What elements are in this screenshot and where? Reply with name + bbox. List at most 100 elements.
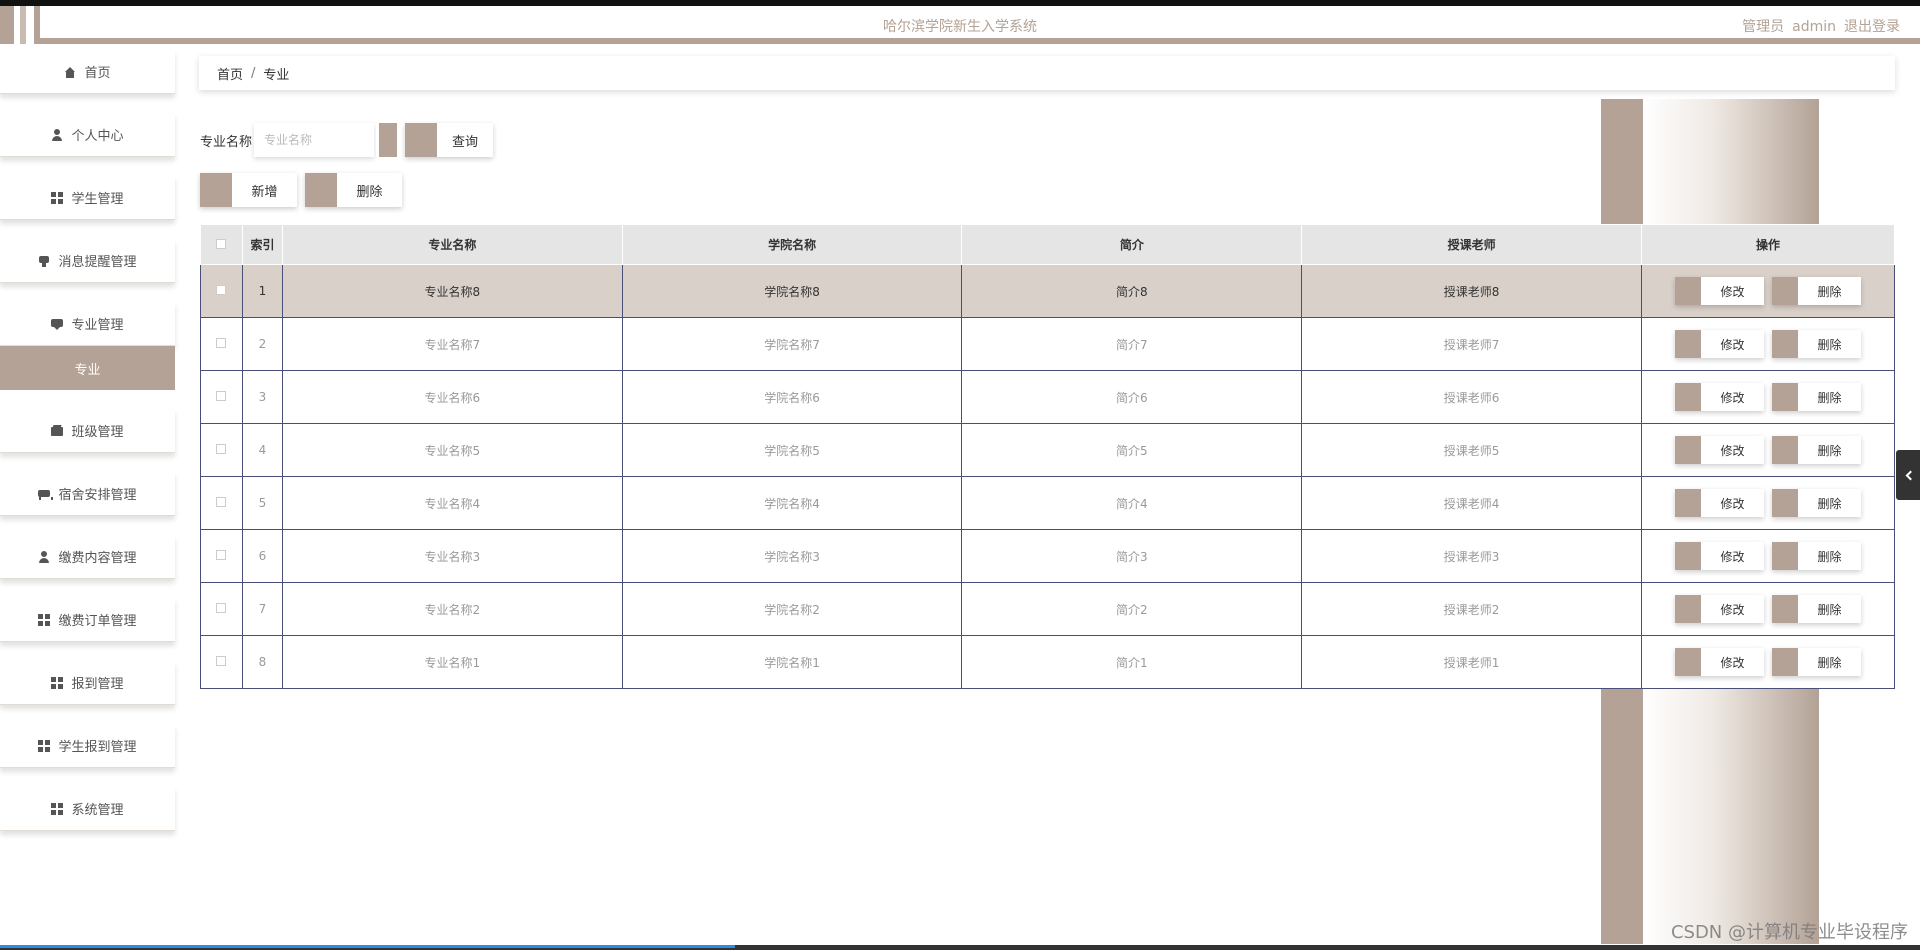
sidebar-item-majors[interactable]: 专业管理 — [0, 302, 175, 346]
cell-teacher: 授课老师1 — [1301, 635, 1642, 689]
column-header-college: 学院名称 — [621, 224, 963, 265]
row-checkbox[interactable] — [216, 391, 227, 401]
row-select-cell — [200, 370, 243, 424]
cell-index: 3 — [242, 370, 283, 424]
sidebar-item-fee-content[interactable]: 缴费内容管理 — [0, 535, 175, 579]
delete-button-label: 删除 — [1817, 337, 1842, 352]
sidebar-subitem-major[interactable]: 专业 — [0, 346, 175, 390]
query-button[interactable]: 查询 — [405, 123, 493, 157]
sidebar-item-dorms[interactable]: 宿舍安排管理 — [0, 472, 175, 516]
sidebar-item-fee-orders[interactable]: 缴费订单管理 — [0, 598, 175, 642]
table-row[interactable]: 8 专业名称1 学院名称1 简介1 授课老师1 修改 删除 — [200, 635, 1895, 689]
edit-button[interactable]: 修改 — [1675, 383, 1764, 411]
table-row[interactable]: 1 专业名称8 学院名称8 简介8 授课老师8 修改 删除 — [200, 264, 1895, 318]
button-accent — [1772, 277, 1798, 305]
button-accent — [305, 173, 337, 207]
sidebar-item-label: 报到管理 — [71, 677, 124, 692]
major-name-search-input[interactable] — [254, 123, 374, 157]
cell-intro: 简介6 — [961, 370, 1303, 424]
sidebar-item-profile[interactable]: 个人中心 — [0, 113, 175, 157]
cell-college: 学院名称7 — [622, 317, 963, 371]
button-accent — [1772, 436, 1798, 464]
delete-button[interactable]: 删除 — [1772, 277, 1861, 305]
edit-button[interactable]: 修改 — [1675, 436, 1764, 464]
row-checkbox[interactable] — [216, 550, 227, 560]
delete-button[interactable]: 删除 — [1772, 383, 1861, 411]
delete-button-label: 删除 — [1817, 602, 1842, 617]
cell-actions: 修改 删除 — [1641, 264, 1895, 318]
delete-button-label: 删除 — [1817, 390, 1842, 405]
row-checkbox[interactable] — [216, 656, 227, 666]
cell-actions: 修改 删除 — [1641, 635, 1895, 689]
home-icon — [64, 66, 76, 78]
cell-major: 专业名称8 — [282, 264, 623, 318]
sidebar-item-label: 个人中心 — [71, 129, 124, 144]
edit-button-label: 修改 — [1720, 390, 1745, 405]
delete-button[interactable]: 删除 — [1772, 489, 1861, 517]
add-button[interactable]: 新增 — [200, 173, 297, 207]
table-row[interactable]: 2 专业名称7 学院名称7 简介7 授课老师7 修改 删除 — [200, 317, 1895, 371]
row-select-cell — [200, 423, 243, 477]
sidebar-item-home[interactable]: 首页 — [0, 50, 175, 94]
breadcrumb-home[interactable]: 首页 — [217, 64, 243, 83]
message-icon — [51, 318, 64, 330]
delete-button[interactable]: 删除 — [1772, 436, 1861, 464]
table-row[interactable]: 6 专业名称3 学院名称3 简介3 授课老师3 修改 删除 — [200, 529, 1895, 583]
edit-button-label: 修改 — [1720, 602, 1745, 617]
edit-button[interactable]: 修改 — [1675, 489, 1764, 517]
row-actions: 修改 删除 — [1642, 330, 1894, 358]
delete-button-label: 删除 — [1817, 443, 1842, 458]
button-accent — [1772, 595, 1798, 623]
sidebar-item-label: 缴费订单管理 — [58, 614, 137, 629]
cell-teacher: 授课老师4 — [1301, 476, 1642, 530]
table-row[interactable]: 4 专业名称5 学院名称5 简介5 授课老师5 修改 删除 — [200, 423, 1895, 477]
edit-button[interactable]: 修改 — [1675, 330, 1764, 358]
app-title: 哈尔滨学院新生入学系统 — [883, 19, 1037, 35]
user-icon — [51, 128, 63, 141]
table-row[interactable]: 7 专业名称2 学院名称2 简介2 授课老师2 修改 删除 — [200, 582, 1895, 636]
sidebar-item-classes[interactable]: 班级管理 — [0, 409, 175, 453]
column-header-major: 专业名称 — [281, 224, 623, 265]
edit-button[interactable]: 修改 — [1675, 595, 1764, 623]
delete-button[interactable]: 删除 — [1772, 648, 1861, 676]
select-all-checkbox[interactable] — [216, 238, 227, 249]
cell-actions: 修改 删除 — [1641, 582, 1895, 636]
table-row[interactable]: 3 专业名称6 学院名称6 简介6 授课老师6 修改 删除 — [200, 370, 1895, 424]
row-checkbox[interactable] — [216, 444, 227, 454]
sidebar-item-student-registration[interactable]: 学生报到管理 — [0, 724, 175, 768]
cell-actions: 修改 删除 — [1641, 476, 1895, 530]
edit-button[interactable]: 修改 — [1675, 542, 1764, 570]
cell-teacher: 授课老师3 — [1301, 529, 1642, 583]
sidebar-item-notifications[interactable]: 消息提醒管理 — [0, 239, 175, 283]
logout-link[interactable]: 退出登录 — [1844, 19, 1900, 35]
cell-college: 学院名称8 — [622, 264, 963, 318]
row-checkbox[interactable] — [216, 603, 227, 613]
edit-button-label: 修改 — [1720, 337, 1745, 352]
table-row[interactable]: 5 专业名称4 学院名称4 简介4 授课老师4 修改 删除 — [200, 476, 1895, 530]
column-header-teacher: 授课老师 — [1301, 224, 1642, 265]
app-header: 哈尔滨学院新生入学系统 管理员 admin 退出登录 — [0, 6, 1920, 44]
sidebar-item-label: 学生管理 — [71, 192, 124, 207]
edit-button[interactable]: 修改 — [1675, 277, 1764, 305]
delete-button[interactable]: 删除 — [1772, 542, 1861, 570]
grid-icon — [51, 191, 64, 204]
search-input-accent — [376, 123, 397, 157]
edit-button-label: 修改 — [1720, 549, 1745, 564]
collapse-panel-tab[interactable] — [1896, 450, 1920, 500]
sidebar-item-students[interactable]: 学生管理 — [0, 176, 175, 220]
row-checkbox[interactable] — [216, 338, 227, 348]
grid-icon — [51, 676, 64, 689]
sidebar-item-system[interactable]: 系统管理 — [0, 787, 175, 831]
watermark: CSDN @计算机专业毕设程序 — [1670, 922, 1908, 943]
bulk-delete-button[interactable]: 删除 — [305, 173, 402, 207]
delete-button[interactable]: 删除 — [1772, 595, 1861, 623]
delete-button[interactable]: 删除 — [1772, 330, 1861, 358]
button-accent — [1772, 383, 1798, 411]
row-checkbox[interactable] — [216, 285, 227, 295]
cell-actions: 修改 删除 — [1641, 529, 1895, 583]
sidebar-item-registration[interactable]: 报到管理 — [0, 661, 175, 705]
button-accent — [1772, 648, 1798, 676]
cell-college: 学院名称6 — [622, 370, 963, 424]
row-checkbox[interactable] — [216, 497, 227, 507]
edit-button[interactable]: 修改 — [1675, 648, 1764, 676]
